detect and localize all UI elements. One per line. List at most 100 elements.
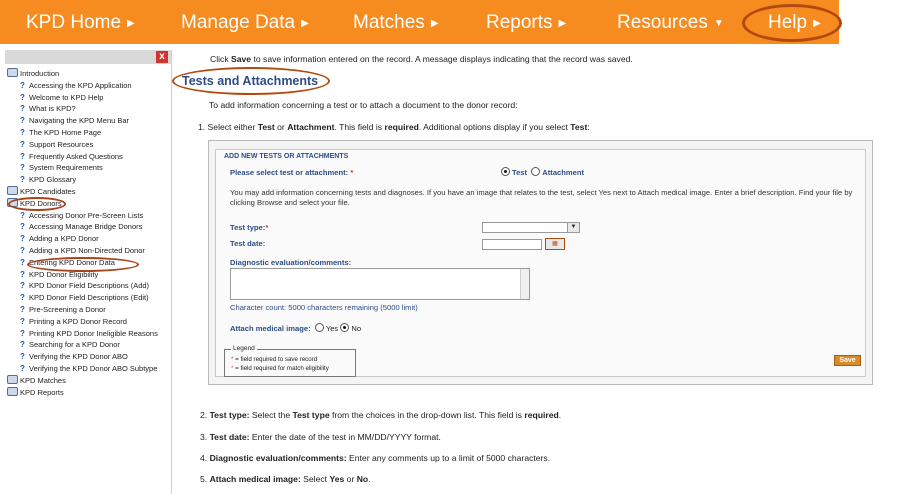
toc-item-label: Verifying the KPD Donor ABO Subtype (29, 363, 158, 373)
text: . Additional options display if you sele… (418, 122, 571, 132)
toc-item[interactable]: ? Accessing Donor Pre-Screen Lists (5, 210, 171, 222)
help-topic-icon: ? (20, 316, 25, 326)
close-icon[interactable]: x (156, 51, 168, 63)
save-button[interactable]: Save (834, 355, 861, 366)
radio-attachment[interactable] (531, 167, 541, 176)
nav-matches[interactable]: Matches ▶ (353, 0, 439, 44)
toc-item-label: Introduction (20, 69, 60, 78)
required-mark: * (350, 168, 354, 177)
text: required (384, 122, 419, 132)
intro-text: To add information concerning a test or … (209, 100, 518, 110)
help-topic-icon: ? (20, 151, 25, 161)
help-topic-icon: ? (20, 293, 25, 303)
nav-resources[interactable]: Resources ▼ (617, 0, 724, 44)
toc-item-label: KPD Glossary (29, 175, 77, 185)
test-type-select[interactable]: ▼ (482, 222, 580, 233)
text: Enter any comments up to a limit of 5000… (346, 453, 551, 463)
scrollbar[interactable] (520, 269, 529, 299)
chevron-down-icon: ▼ (713, 18, 724, 29)
chevron-right-icon: ▶ (127, 18, 135, 29)
help-topic-icon: ? (20, 163, 25, 173)
label-text: Test type: (230, 223, 266, 232)
legend-line-match: * = field required for match eligibility (231, 365, 329, 372)
diagnostic-textarea[interactable] (230, 268, 530, 300)
book-icon (7, 386, 18, 396)
toc-item[interactable]: KPD Candidates (5, 185, 171, 198)
toc-item-label: Adding a KPD Donor (29, 234, 99, 244)
text: : (587, 122, 590, 132)
radio-label: No (351, 324, 362, 333)
test-date-input[interactable] (482, 239, 542, 250)
toc-item-label: Welcome to KPD Help (29, 92, 104, 102)
toc-item[interactable]: ? Adding a KPD Donor (5, 233, 171, 245)
nav-reports[interactable]: Reports ▶ (486, 0, 566, 44)
legend-line-save: * = field required to save record (231, 356, 317, 363)
nav-manage-data[interactable]: Manage Data ▶ (181, 0, 309, 44)
help-topic-icon: ? (20, 139, 25, 149)
legend-title: Legend (231, 345, 257, 352)
toc-item[interactable]: ? KPD Donor Field Descriptions (Add) (5, 280, 171, 292)
entering-data-highlight-circle (27, 257, 139, 272)
toc-item[interactable]: KPD Reports (5, 386, 171, 399)
donors-highlight-circle (8, 197, 66, 211)
help-topic-icon: ? (20, 92, 25, 102)
diagnostic-label: Diagnostic evaluation/comments: (230, 258, 352, 267)
toc-item[interactable]: ? Accessing the KPD Application (5, 80, 171, 92)
toc-item[interactable]: ? Frequently Asked Questions (5, 151, 171, 163)
help-topic-icon: ? (20, 127, 25, 137)
toc-item[interactable]: ? Pre-Screening a Donor (5, 304, 171, 316)
help-topic-icon: ? (20, 352, 25, 362)
test-attachment-radios: Test Attachment (501, 167, 584, 178)
toc-item-label: KPD Donor Field Descriptions (Add) (29, 281, 150, 291)
text: No (356, 474, 369, 484)
toc-item[interactable]: ? KPD Donor Field Descriptions (Edit) (5, 292, 171, 304)
toc-item[interactable]: ? Accessing Manage Bridge Donors (5, 221, 171, 233)
text: Attach medical image: (209, 474, 301, 484)
toc-item[interactable]: ? Verifying the KPD Donor ABO Subtype (5, 363, 171, 375)
step-4: 4. Diagnostic evaluation/comments: Enter… (200, 453, 550, 463)
toc-item[interactable]: ? Verifying the KPD Donor ABO (5, 351, 171, 363)
toc-item[interactable]: ? Welcome to KPD Help (5, 92, 171, 104)
toc-item[interactable]: ? Support Resources (5, 139, 171, 151)
toc-item[interactable]: KPD Matches (5, 374, 171, 387)
toc-item[interactable]: ? The KPD Home Page (5, 127, 171, 139)
help-toc-sidebar: x Introduction ? Accessing the KPD Applica… (5, 50, 172, 494)
chevron-right-icon: ▶ (301, 18, 309, 29)
help-topic-icon: ? (20, 269, 25, 279)
text: Test type (292, 410, 330, 420)
book-icon (7, 185, 18, 195)
nav-label: Reports (486, 12, 553, 33)
toc-item[interactable]: ? KPD Glossary (5, 174, 171, 186)
nav-label: Manage Data (181, 12, 296, 33)
test-type-label: Test type:* (230, 223, 268, 232)
text: Yes (329, 474, 345, 484)
text: 4. (200, 453, 210, 463)
help-topic-icon: ? (20, 257, 25, 267)
radio-test[interactable] (501, 167, 510, 176)
text: or (274, 122, 288, 132)
toc-item-label: Pre-Screening a Donor (29, 304, 106, 314)
nav-kpd-home[interactable]: KPD Home ▶ (26, 0, 135, 44)
toc-item[interactable]: ? Adding a KPD Non-Directed Donor (5, 245, 171, 257)
text: or (344, 474, 357, 484)
toc-item[interactable]: Introduction (5, 68, 171, 80)
nav-label: Matches (353, 12, 425, 33)
toc-item-label: KPD Donor Field Descriptions (Edit) (29, 293, 149, 303)
sidebar-header: x (5, 50, 171, 64)
radio-yes[interactable] (314, 323, 324, 332)
toc-item[interactable]: ? What is KPD? (5, 103, 171, 115)
toc-item-label: Verifying the KPD Donor ABO (29, 352, 128, 362)
toc-item-label: System Requirements (29, 163, 103, 173)
calendar-icon[interactable]: ▦ (545, 238, 565, 250)
text: from the choices in the drop-down list. … (329, 410, 525, 420)
toc-item[interactable]: ? Navigating the KPD Menu Bar (5, 115, 171, 127)
help-topic-icon: ? (20, 281, 25, 291)
top-menu-bar: KPD Home ▶ Manage Data ▶ Matches ▶ Reports ▶… (0, 0, 839, 44)
text: Attachment (287, 122, 335, 132)
radio-no[interactable] (340, 323, 350, 332)
toc-item[interactable]: ? Printing a KPD Donor Record (5, 316, 171, 328)
toc-item[interactable]: ? Searching for a KPD Donor (5, 339, 171, 351)
toc-item[interactable]: ? System Requirements (5, 162, 171, 174)
toc-item[interactable]: ? Printing KPD Donor Ineligible Reasons (5, 328, 171, 340)
text: Enter the date of the test in MM/DD/YYYY… (249, 432, 441, 442)
